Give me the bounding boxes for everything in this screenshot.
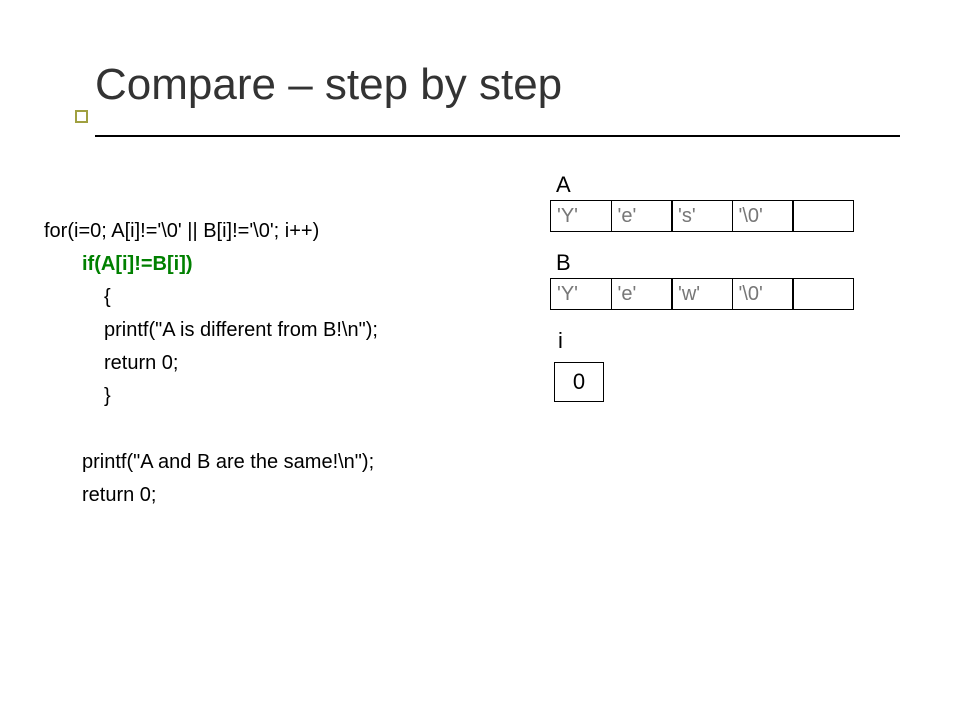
array-b-cell: 'w' bbox=[671, 278, 733, 310]
slide-title: Compare – step by step bbox=[95, 55, 900, 115]
array-b-cells: 'Y' 'e' 'w' '\0' bbox=[550, 278, 920, 310]
var-i-label: i bbox=[558, 328, 920, 354]
array-b-cell: '\0' bbox=[732, 278, 794, 310]
code-line-for: for(i=0; A[i]!='\0' || B[i]!='\0'; i++) bbox=[44, 215, 524, 248]
code-line-printf-same: printf("A and B are the same!\n"); bbox=[44, 446, 524, 479]
title-bullet-icon bbox=[75, 110, 88, 123]
array-a-cells: 'Y' 'e' 's' '\0' bbox=[550, 200, 920, 232]
code-block: for(i=0; A[i]!='\0' || B[i]!='\0'; i++) … bbox=[44, 215, 524, 512]
code-line-return1: return 0; bbox=[44, 347, 524, 380]
array-b-cell: 'e' bbox=[611, 278, 673, 310]
array-a-cell: 'Y' bbox=[550, 200, 612, 232]
array-a-cell: 's' bbox=[671, 200, 733, 232]
array-b-cell bbox=[792, 278, 854, 310]
code-line-if: if(A[i]!=B[i]) bbox=[44, 248, 524, 281]
array-a-cell: '\0' bbox=[732, 200, 794, 232]
code-line-brace-open: { bbox=[44, 281, 524, 314]
array-a-label: A bbox=[556, 172, 920, 198]
array-a-cell: 'e' bbox=[611, 200, 673, 232]
array-b-label: B bbox=[556, 250, 920, 276]
code-line-return2: return 0; bbox=[44, 479, 524, 512]
code-line-printf-diff: printf("A is different from B!\n"); bbox=[44, 314, 524, 347]
arrays-panel: A 'Y' 'e' 's' '\0' B 'Y' 'e' 'w' '\0' i … bbox=[550, 172, 920, 402]
code-line-brace-close: } bbox=[44, 380, 524, 413]
code-line-blank bbox=[44, 413, 524, 446]
var-i-cell: 0 bbox=[554, 362, 604, 402]
title-area: Compare – step by step bbox=[95, 55, 900, 137]
array-a-cell bbox=[792, 200, 854, 232]
slide: Compare – step by step for(i=0; A[i]!='\… bbox=[0, 0, 960, 720]
array-b-cell: 'Y' bbox=[550, 278, 612, 310]
